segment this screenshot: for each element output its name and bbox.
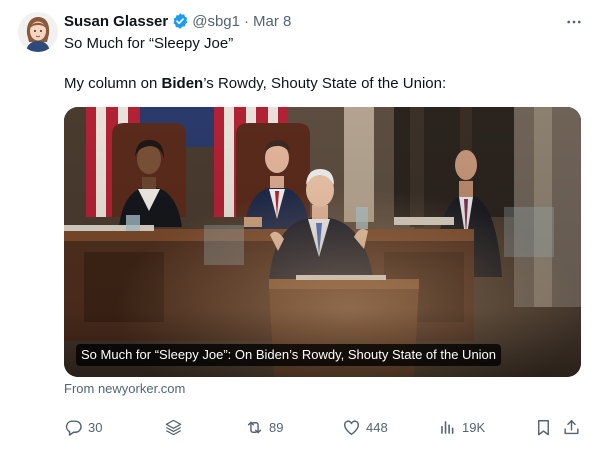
author-avatar[interactable] <box>18 12 58 52</box>
like-button[interactable]: 448 <box>342 416 388 438</box>
tweet-line-title: So Much for “Sleepy Joe” <box>64 35 234 52</box>
author-display-name[interactable]: Susan Glasser <box>64 13 168 30</box>
bookmark-button[interactable] <box>534 416 553 438</box>
tweet-header: Susan Glasser @sbg1 · Mar 8 <box>64 10 291 32</box>
verified-badge-icon[interactable] <box>171 12 189 30</box>
grok-icon <box>164 418 183 437</box>
grok-button[interactable] <box>164 416 183 438</box>
tweet-text-before: My column on <box>64 75 162 92</box>
bookmark-icon <box>534 418 553 437</box>
like-icon <box>342 418 361 437</box>
reply-button[interactable]: 30 <box>64 416 102 438</box>
repost-icon <box>245 418 264 437</box>
like-count: 448 <box>366 419 388 435</box>
more-options-icon[interactable] <box>563 12 585 32</box>
tweet-text-bold: Biden <box>161 75 204 92</box>
card-source[interactable]: From newyorker.com <box>64 381 185 396</box>
repost-button[interactable]: 89 <box>245 416 283 438</box>
repost-count: 89 <box>269 419 284 435</box>
link-card[interactable]: So Much for “Sleepy Joe”: On Biden’s Row… <box>64 107 581 377</box>
header-separator: · <box>244 12 249 30</box>
share-button[interactable] <box>562 416 581 438</box>
tweet-text: So Much for “Sleepy Joe” My column on Bi… <box>64 34 574 94</box>
reply-icon <box>64 418 83 437</box>
tweet-date[interactable]: Mar 8 <box>253 13 291 30</box>
author-handle[interactable]: @sbg1 <box>192 13 240 30</box>
views-icon <box>438 418 457 437</box>
tweet-actions: 30 89 448 19K <box>64 416 584 438</box>
card-caption: So Much for “Sleepy Joe”: On Biden’s Row… <box>76 344 502 366</box>
tweet-text-after: ’s Rowdy, Shouty State of the Union: <box>203 75 447 92</box>
share-icon <box>562 418 581 437</box>
views-count: 19K <box>462 419 486 435</box>
card-photo <box>64 107 581 377</box>
reply-count: 30 <box>88 419 103 435</box>
tweet-line-column: My column on Biden’s Rowdy, Shouty State… <box>64 74 574 94</box>
views-button[interactable]: 19K <box>438 416 485 438</box>
